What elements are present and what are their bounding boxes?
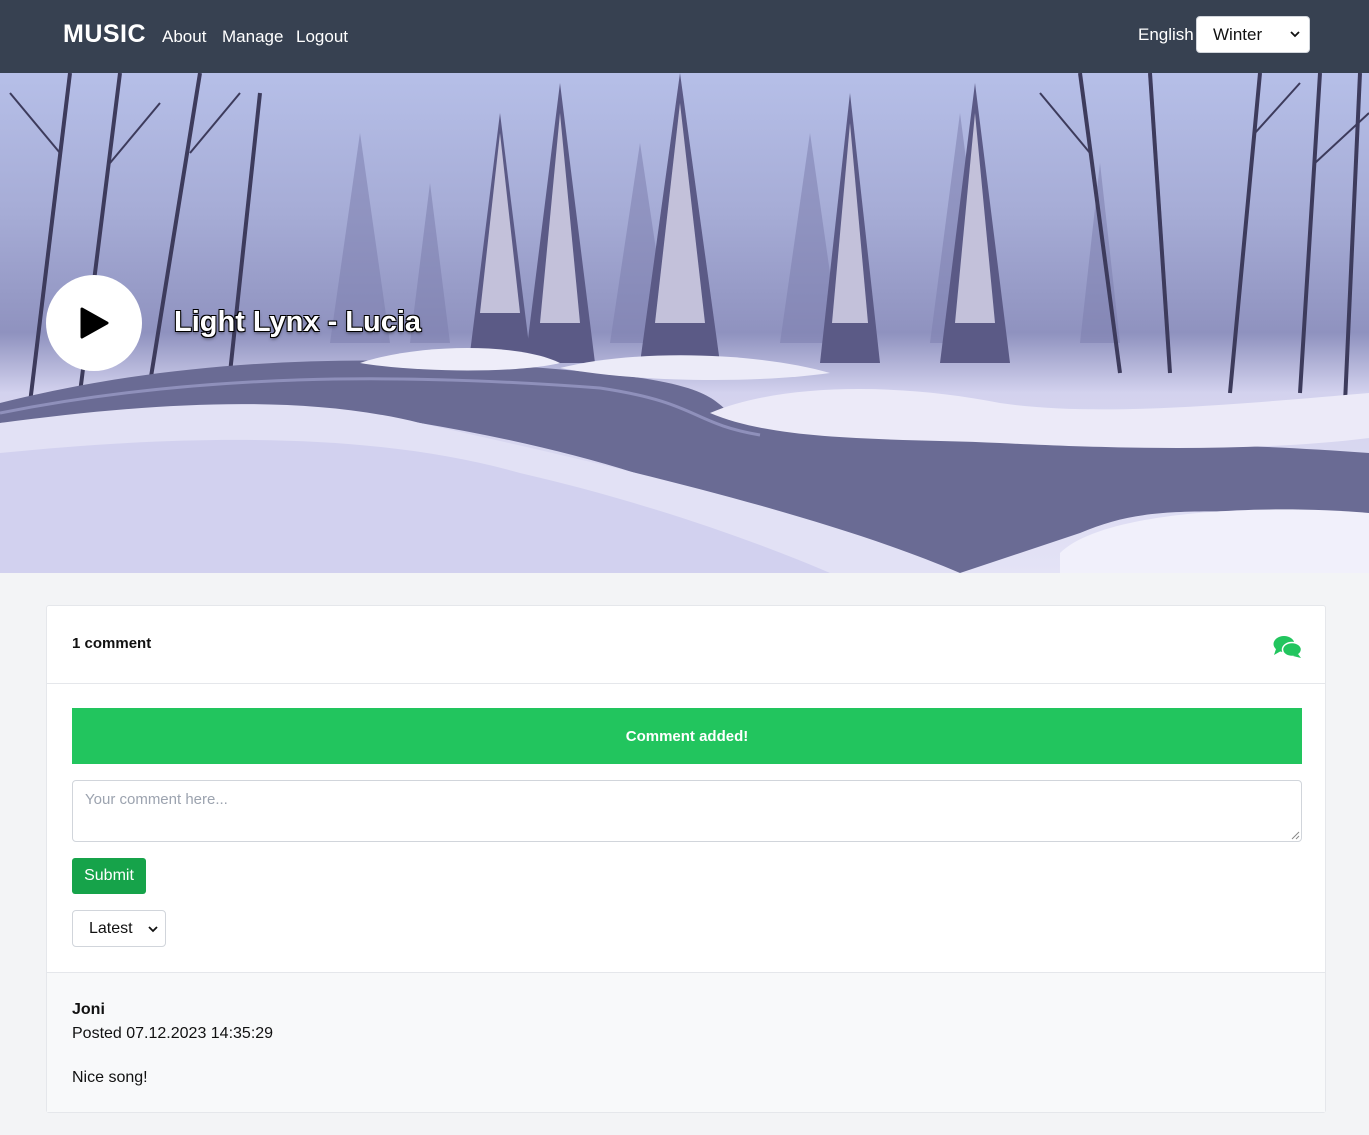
song-hero-banner: Light Lynx - Lucia [0,73,1369,573]
comments-card: 1 comment Comment added! Submit Latest J… [46,605,1326,1113]
comments-header: 1 comment [47,606,1325,684]
comment-author: Joni [72,1001,105,1018]
play-button[interactable] [46,275,142,371]
season-select-value: Winter [1213,24,1263,44]
sort-select-value: Latest [89,919,133,937]
comment-count: 1 comment [72,635,152,652]
play-icon [80,307,109,339]
comment-timestamp: Posted 07.12.2023 14:35:29 [72,1025,274,1042]
language-toggle[interactable]: English [1138,25,1194,45]
comment-item: Joni Posted 07.12.2023 14:35:29 Nice son… [47,972,1325,1112]
chevron-down-icon [148,926,158,933]
comment-body: Nice song! [72,1069,148,1086]
chevron-down-icon [1290,31,1300,38]
submit-button[interactable]: Submit [72,858,146,894]
brand-logo[interactable]: MUSIC [63,20,146,49]
resize-handle-icon[interactable] [1290,830,1300,840]
top-navbar: MUSIC About Manage Logout English Winter [0,0,1369,73]
comment-input[interactable] [72,780,1302,842]
comments-icon [1273,636,1302,658]
song-title: Light Lynx - Lucia [174,306,422,338]
season-select[interactable]: Winter [1196,16,1310,53]
nav-link-about[interactable]: About [162,27,206,47]
comment-added-alert: Comment added! [72,708,1302,764]
sort-select[interactable]: Latest [72,910,166,947]
nav-link-manage[interactable]: Manage [222,27,283,47]
nav-link-logout[interactable]: Logout [296,27,348,47]
